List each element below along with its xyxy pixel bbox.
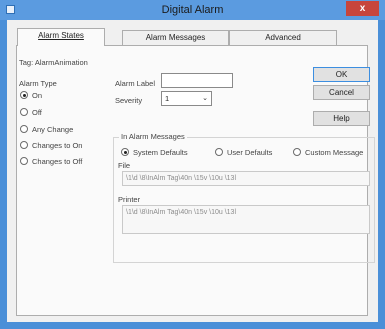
radio-changes-to-off[interactable] <box>20 157 28 165</box>
window-title: Digital Alarm <box>161 4 224 16</box>
tab-label: Alarm Messages <box>145 33 206 42</box>
radio-label: Any Change <box>32 125 74 134</box>
radio-changes-to-on[interactable] <box>20 141 28 149</box>
chevron-down-icon: ⌄ <box>202 95 208 102</box>
ok-button[interactable]: OK <box>313 67 370 82</box>
radio-custom-message[interactable] <box>293 148 301 156</box>
severity-label: Severity <box>115 96 143 105</box>
close-button[interactable]: x <box>346 1 379 16</box>
file-label: File <box>118 161 131 170</box>
tab-label: Alarm States <box>38 31 84 40</box>
severity-select[interactable]: 1 ⌄ <box>161 91 212 106</box>
tab-alarm-messages[interactable]: Alarm Messages <box>122 30 229 45</box>
radio-user-defaults[interactable] <box>215 148 223 156</box>
alarm-label-caption: Alarm Label <box>115 79 156 88</box>
radio-label: Changes to On <box>32 141 83 150</box>
radio-system-defaults[interactable] <box>121 148 129 156</box>
help-button[interactable]: Help <box>313 111 370 126</box>
alarm-label-input[interactable] <box>161 73 233 88</box>
group-label: In Alarm Messages <box>119 132 187 141</box>
radio-label: On <box>32 91 43 100</box>
alarm-type-label: Alarm Type <box>19 79 57 88</box>
dialog-window: Digital Alarm x Alarm States Alarm Messa… <box>0 0 385 329</box>
radio-alarm-off[interactable] <box>20 108 28 116</box>
radio-any-change[interactable] <box>20 125 28 133</box>
title-bar[interactable]: Digital Alarm x <box>0 0 385 20</box>
printer-path-field[interactable]: \1\d \8\InAlm Tag\40n \15v \10u \13l <box>122 205 370 234</box>
tag-label: Tag: AlarmAnimation <box>19 58 88 67</box>
printer-label: Printer <box>118 195 141 204</box>
tab-label: Advanced <box>265 33 301 42</box>
radio-label: Changes to Off <box>32 157 83 166</box>
radio-label: User Defaults <box>227 148 273 157</box>
radio-label: Off <box>32 108 42 117</box>
tab-alarm-states[interactable]: Alarm States <box>17 28 105 46</box>
cancel-button[interactable]: Cancel <box>313 85 370 100</box>
radio-label: Custom Message <box>305 148 364 157</box>
radio-label: System Defaults <box>133 148 188 157</box>
file-path-field[interactable]: \1\d \8\InAlm Tag\40n \15v \10u \13l <box>122 171 370 186</box>
radio-alarm-on[interactable] <box>20 91 28 99</box>
tab-advanced[interactable]: Advanced <box>229 30 337 45</box>
dialog-client: Alarm States Alarm Messages Advanced Tag… <box>7 20 378 322</box>
severity-value: 1 <box>165 94 170 103</box>
